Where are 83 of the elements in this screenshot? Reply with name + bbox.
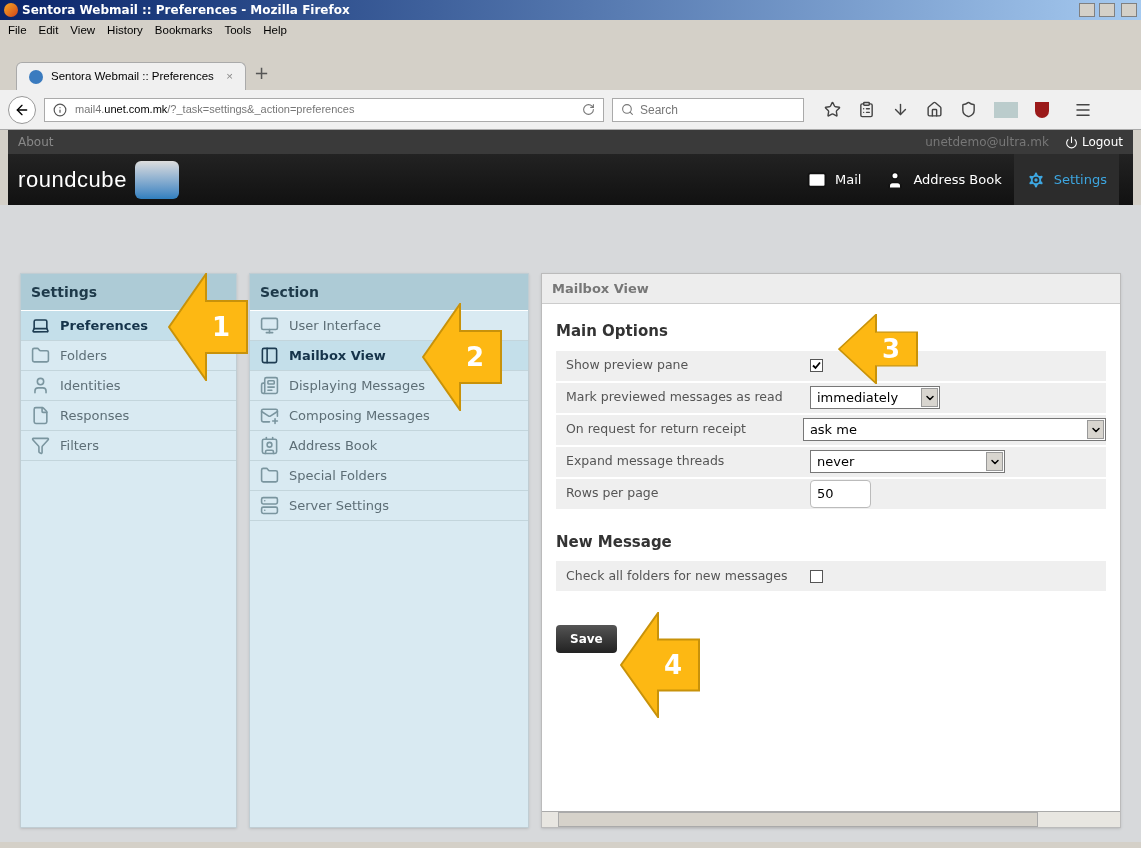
- folder-icon: [260, 466, 279, 485]
- horizontal-scrollbar[interactable]: [542, 811, 1120, 827]
- checkbox[interactable]: [810, 359, 823, 372]
- tab-title: Sentora Webmail :: Preferences: [51, 68, 215, 84]
- nav-list-item[interactable]: Identities: [31, 375, 121, 396]
- logo-text: roundcube: [18, 166, 127, 194]
- option-label: Expand message threads: [566, 452, 726, 471]
- nav-list-item[interactable]: Special Folders: [260, 465, 387, 486]
- nav-tab[interactable]: Address Book: [873, 154, 1014, 205]
- browser-logo-icon: [4, 3, 18, 17]
- monitor-icon: [260, 316, 279, 335]
- layout-icon: [260, 346, 279, 365]
- info-icon: [53, 102, 67, 117]
- envelope-plus-icon: [260, 406, 279, 425]
- dropdown[interactable]: never: [810, 450, 1005, 473]
- search-field[interactable]: Search: [612, 97, 804, 122]
- reading-list-icon: [858, 101, 875, 118]
- option-label: Show preview pane: [566, 356, 690, 375]
- dropdown[interactable]: ask me: [802, 418, 1106, 441]
- nav-list-item[interactable]: Folders: [31, 345, 107, 366]
- nav-tab[interactable]: Mail: [795, 154, 874, 205]
- menu-item[interactable]: Bookmarks: [154, 22, 213, 40]
- nav-list-item[interactable]: Preferences: [31, 315, 148, 336]
- url-text: mail4.unet.com.mk/?_task=settings&_action=preferences: [75, 102, 356, 118]
- person-icon: [31, 376, 50, 395]
- panel-title: Settings: [31, 282, 98, 302]
- back-button[interactable]: [8, 95, 36, 124]
- close-button[interactable]: [1121, 3, 1137, 17]
- contact-card-icon: [260, 436, 279, 455]
- article-icon: [260, 376, 279, 395]
- annotation-number: 1: [212, 314, 231, 340]
- annotation-number: 3: [882, 336, 901, 362]
- funnel-icon: [31, 436, 50, 455]
- panel-title: Mailbox View: [552, 279, 649, 298]
- menu-item[interactable]: Tools: [224, 22, 252, 40]
- annotation-number: 4: [664, 652, 683, 678]
- nav-list-item[interactable]: User Interface: [260, 315, 381, 336]
- menu-item[interactable]: History: [107, 22, 143, 40]
- section-heading: Main Options: [556, 321, 668, 342]
- minimize-button[interactable]: [1079, 3, 1095, 17]
- nav-list-item[interactable]: Responses: [31, 405, 130, 426]
- option-label: On request for return receipt: [566, 420, 747, 439]
- window-title: Sentora Webmail :: Preferences - Mozilla Firefox: [22, 2, 351, 19]
- option-label: Check all folders for new messages: [566, 566, 789, 585]
- option-label: Mark previewed messages as read: [566, 388, 784, 407]
- nav-list-item[interactable]: Server Settings: [260, 495, 390, 516]
- nav-list-item[interactable]: Displaying Messages: [260, 375, 425, 396]
- laptop-icon: [31, 316, 50, 335]
- reload-icon: [582, 103, 595, 116]
- dropdown[interactable]: immediately: [810, 386, 940, 409]
- save-button[interactable]: Save: [556, 625, 617, 653]
- nav-list-item[interactable]: Address Book: [260, 435, 378, 456]
- download-icon: [892, 101, 909, 118]
- section-heading: New Message: [556, 531, 672, 553]
- server-icon: [260, 496, 279, 515]
- maximize-button[interactable]: [1099, 3, 1115, 17]
- nav-list-item[interactable]: Filters: [31, 435, 99, 456]
- nav-tab[interactable]: Settings: [1013, 154, 1119, 205]
- checkbox[interactable]: [810, 569, 823, 583]
- address-bar[interactable]: mail4.unet.com.mk/?_task=settings&_action=preferences: [44, 97, 604, 122]
- nav-list-item[interactable]: Composing Messages: [260, 405, 430, 426]
- nav-list-item[interactable]: Mailbox View: [260, 345, 386, 366]
- menu-item[interactable]: File: [8, 22, 27, 40]
- browser-tab[interactable]: Sentora Webmail :: Preferences ×: [16, 62, 246, 90]
- menu-item[interactable]: Edit: [38, 22, 59, 40]
- input-field[interactable]: 50: [810, 479, 871, 508]
- bookmark-star-icon: [824, 101, 841, 118]
- new-tab-button[interactable]: +: [254, 59, 270, 86]
- option-label: Rows per page: [566, 484, 660, 503]
- user-email: unetdemo@ultra.mk: [925, 134, 1049, 151]
- search-icon: [621, 103, 634, 116]
- menu-item[interactable]: Help: [263, 22, 287, 40]
- folder-icon: [31, 346, 50, 365]
- logout-link[interactable]: Logout: [1064, 133, 1123, 151]
- annotation-number: 2: [466, 344, 485, 370]
- document-icon: [31, 406, 50, 425]
- shield-icon: [960, 101, 977, 118]
- power-icon: [1064, 135, 1078, 149]
- panel-title: Section: [260, 282, 319, 302]
- menu-item[interactable]: View: [70, 22, 96, 40]
- blocker-icon[interactable]: [1035, 101, 1049, 118]
- cube-logo-icon: [134, 160, 179, 199]
- home-icon: [926, 101, 943, 118]
